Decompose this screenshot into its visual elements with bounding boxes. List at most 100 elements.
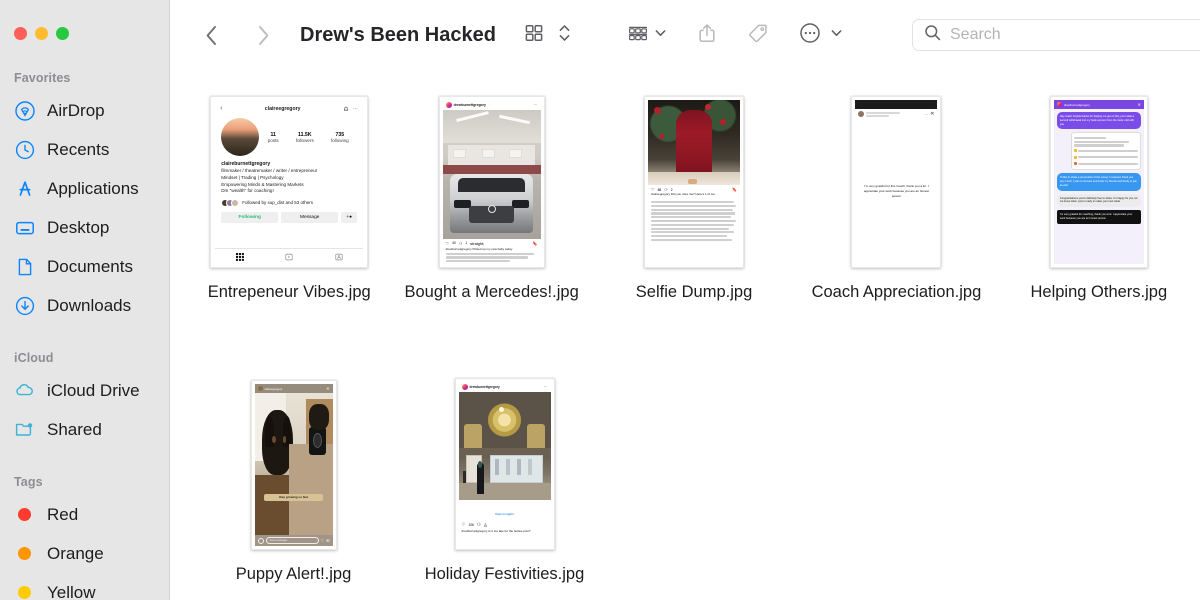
sidebar-item-desktop[interactable]: Desktop bbox=[0, 208, 169, 247]
sidebar-section-title: iCloud bbox=[0, 351, 169, 371]
file-item-selfie-dump[interactable]: ♡88 ⚆2 🔖 claireegregory Did you miss me?… bbox=[593, 88, 795, 302]
chat-message: Hey coach Sophia thanks for helping me g… bbox=[1057, 112, 1141, 129]
view-mode-button[interactable] bbox=[518, 18, 550, 52]
sidebar-item-airdrop[interactable]: AirDrop bbox=[0, 91, 169, 130]
thumbnail-wrap: drewburnettgregory ⋯ bbox=[455, 370, 555, 550]
sidebar-item-label: Shared bbox=[47, 420, 102, 440]
tag-icon bbox=[747, 22, 769, 49]
view-mode-stepper[interactable] bbox=[552, 18, 577, 52]
close-button[interactable] bbox=[14, 27, 27, 40]
file-item-entrepeneur-vibes[interactable]: ‹ claireegregory ⋯ bbox=[188, 88, 390, 302]
chevron-up-down-icon bbox=[558, 22, 571, 49]
file-name: Selfie Dump.jpg bbox=[636, 283, 752, 302]
chat-message: I'm very grateful for coaching, thank yo… bbox=[1057, 210, 1141, 224]
sidebar-item-applications[interactable]: Applications bbox=[0, 169, 169, 208]
content-area: Drew's Been Hacked bbox=[170, 0, 1200, 600]
grid-tab-icon bbox=[236, 253, 244, 261]
thumbnail-dm-chat: drewburnettgregory ✕ Hey coach Sophia th… bbox=[1050, 96, 1148, 268]
search-input[interactable] bbox=[950, 26, 1200, 44]
post-caption: drewburnettgregory Is it too late for th… bbox=[462, 529, 548, 533]
sidebar-item-label: Desktop bbox=[47, 218, 109, 238]
sidebar-item-recents[interactable]: Recents bbox=[0, 130, 169, 169]
search-field[interactable] bbox=[912, 19, 1200, 51]
file-grid: ‹ claireegregory ⋯ bbox=[170, 88, 1200, 600]
sidebar-item-downloads[interactable]: Downloads bbox=[0, 286, 169, 325]
applications-icon bbox=[14, 178, 35, 199]
view-insights-link[interactable]: View insights bbox=[495, 512, 514, 516]
back-button[interactable] bbox=[194, 18, 228, 52]
maximize-button[interactable] bbox=[56, 27, 69, 40]
sidebar-section-icloud: iCloud iCloud Drive Shared bbox=[0, 351, 169, 449]
thumbnail-story-testimonial: ⋯ ✕ I'm very grateful for this Coach, th… bbox=[851, 96, 941, 268]
group-by-icon bbox=[627, 23, 649, 48]
sidebar-item-label: Yellow bbox=[47, 583, 96, 600]
thumbnail-wrap: ⋯ ✕ I'm very grateful for this Coach, th… bbox=[851, 88, 941, 268]
sidebar-item-shared[interactable]: Shared bbox=[0, 410, 169, 449]
more-ellipsis-icon bbox=[799, 22, 821, 49]
ig-bio-line: filmmaker / theatremaker / writer / entr… bbox=[221, 168, 357, 175]
more-actions-button[interactable] bbox=[793, 18, 849, 52]
file-item-puppy-alert[interactable]: claireegregory ✕ bbox=[188, 370, 399, 584]
add-tag-button[interactable] bbox=[741, 18, 775, 52]
story-text: I'm very grateful for this Coach, thank … bbox=[861, 184, 931, 198]
sidebar-item-tag-red[interactable]: Red bbox=[0, 495, 169, 534]
sidebar-item-icloud-drive[interactable]: iCloud Drive bbox=[0, 371, 169, 410]
shared-folder-icon bbox=[14, 419, 35, 440]
following-label: following bbox=[331, 138, 349, 143]
traffic-lights bbox=[0, 0, 169, 40]
like-count: 106 bbox=[468, 523, 473, 527]
file-grid-row: claireegregory ✕ bbox=[188, 370, 1200, 584]
chat-message: Congratulations you're definitely free t… bbox=[1057, 194, 1141, 208]
ig-handle: drewburnettgregory bbox=[470, 385, 500, 389]
ig-handle: drewburnettgregory bbox=[454, 103, 486, 107]
forward-button[interactable] bbox=[246, 18, 280, 52]
ig-bio-line: Empowering Minds & Mastering Markets bbox=[221, 182, 357, 189]
share-icon bbox=[697, 22, 717, 49]
sidebar: Favorites AirDrop bbox=[0, 0, 170, 600]
share-button[interactable] bbox=[691, 18, 723, 52]
finder-window: Favorites AirDrop bbox=[0, 0, 1200, 600]
sidebar-item-tag-orange[interactable]: Orange bbox=[0, 534, 169, 573]
file-name: Helping Others.jpg bbox=[1030, 283, 1167, 302]
thumbnail-storefront-post: drewburnettgregory ⋯ bbox=[455, 378, 555, 550]
following-button[interactable]: Following bbox=[221, 212, 278, 223]
thumbnail-wrap: claireegregory ✕ bbox=[251, 370, 337, 550]
message-button[interactable]: Message bbox=[281, 212, 338, 223]
posts-label: posts bbox=[268, 138, 279, 143]
file-name: Puppy Alert!.jpg bbox=[236, 565, 352, 584]
send-message-input[interactable]: Send message... bbox=[266, 537, 319, 544]
thumbnail-wrap: ‹ claireegregory ⋯ bbox=[210, 88, 368, 268]
sidebar-item-label: Downloads bbox=[47, 296, 131, 316]
search-icon bbox=[924, 24, 941, 46]
airdrop-icon bbox=[14, 100, 35, 121]
file-item-helping-others[interactable]: drewburnettgregory ✕ Hey coach Sophia th… bbox=[998, 88, 1200, 302]
ig-handle: claireegregory bbox=[265, 387, 283, 391]
tag-dot-icon bbox=[14, 582, 35, 600]
chevron-down-icon bbox=[654, 26, 667, 44]
file-item-holiday-festivities[interactable]: drewburnettgregory ⋯ bbox=[399, 370, 610, 584]
chevron-down-icon bbox=[830, 26, 843, 44]
file-item-coach-appreciation[interactable]: ⋯ ✕ I'm very grateful for this Coach, th… bbox=[795, 88, 997, 302]
minimize-button[interactable] bbox=[35, 27, 48, 40]
page-title: Drew's Been Hacked bbox=[300, 24, 496, 47]
file-name: Coach Appreciation.jpg bbox=[812, 283, 982, 302]
like-count: 88 bbox=[658, 188, 662, 192]
group-by-button[interactable] bbox=[621, 18, 673, 52]
sidebar-section-title: Favorites bbox=[0, 71, 169, 91]
thumbnail-puppy-selfie: claireegregory ✕ bbox=[251, 380, 337, 550]
ig-handle: drewburnettgregory bbox=[1064, 103, 1090, 107]
file-name: Holiday Festivities.jpg bbox=[425, 565, 585, 584]
sidebar-section-title: Tags bbox=[0, 475, 169, 495]
file-item-bought-a-mercedes[interactable]: drewburnettgregory ⋯ bbox=[390, 88, 592, 302]
desktop-icon bbox=[14, 217, 35, 238]
file-name: Bought a Mercedes!.jpg bbox=[404, 283, 578, 302]
reels-tab-icon bbox=[285, 253, 293, 261]
followers-count: 11.5K bbox=[296, 132, 314, 138]
sidebar-item-documents[interactable]: Documents bbox=[0, 247, 169, 286]
document-icon bbox=[14, 256, 35, 277]
thumbnail-wrap: drewburnettgregory ✕ Hey coach Sophia th… bbox=[1050, 88, 1148, 268]
file-grid-row: ‹ claireegregory ⋯ bbox=[188, 88, 1200, 302]
tag-dot-icon bbox=[14, 543, 35, 564]
sidebar-item-tag-yellow[interactable]: Yellow bbox=[0, 573, 169, 600]
toolbar: Drew's Been Hacked bbox=[170, 0, 1200, 70]
